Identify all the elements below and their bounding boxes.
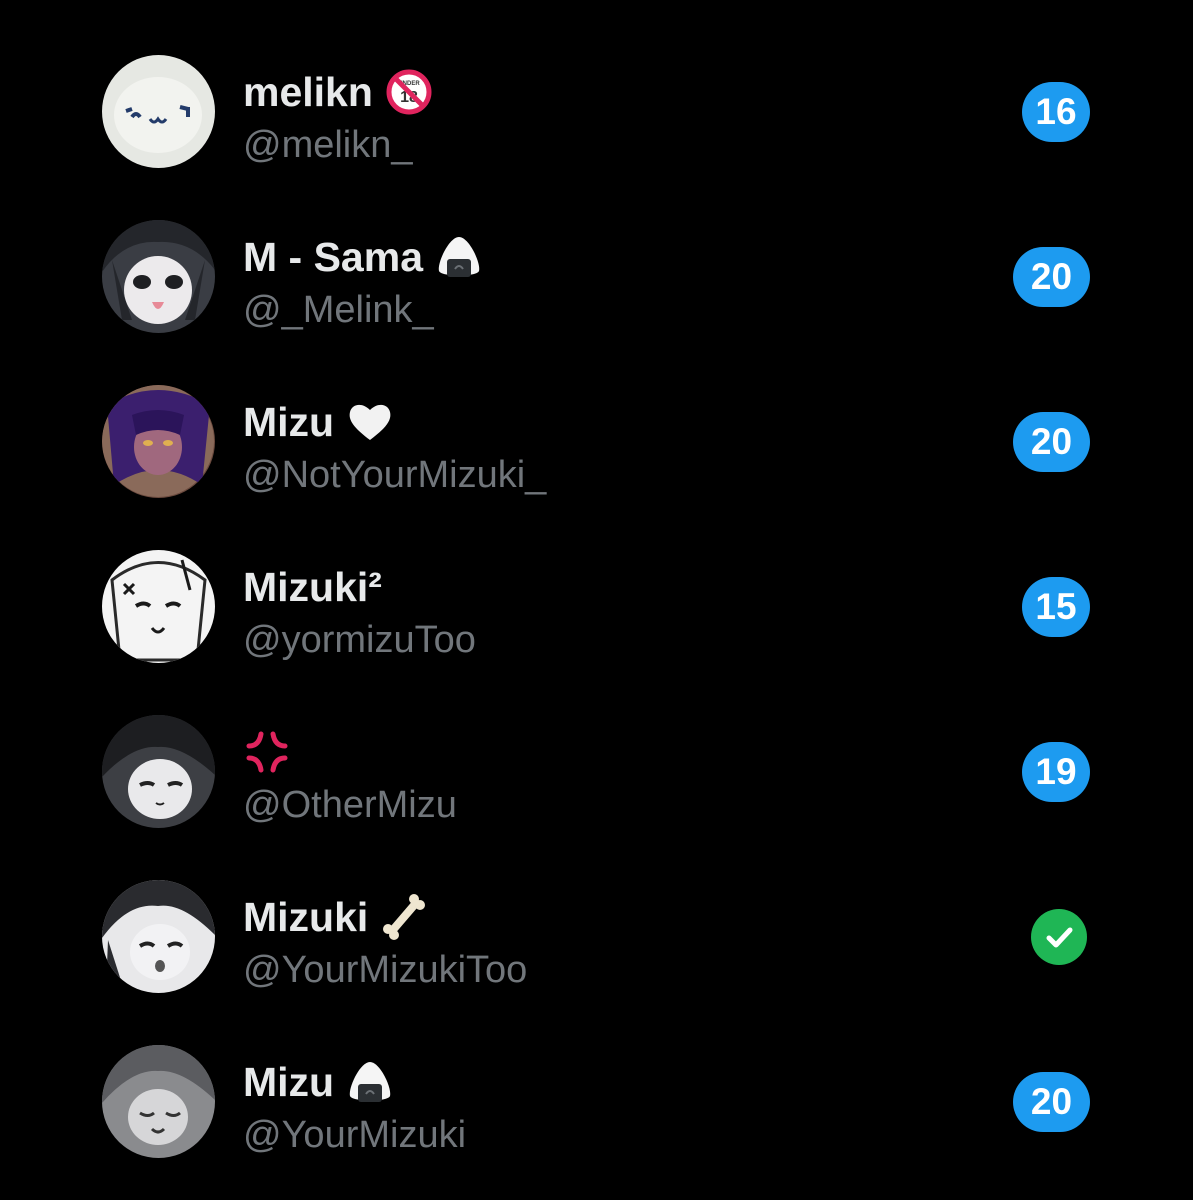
display-name — [243, 727, 291, 777]
account-row-mizuki-bone[interactable]: Mizuki @YourMizukiToo — [0, 880, 1193, 1045]
display-name-text: melikn — [243, 69, 373, 115]
no-under-18-emoji-icon: UNDER 18 — [385, 68, 433, 116]
display-name-text: Mizuki² — [243, 564, 382, 610]
handle: @_Melink_ — [243, 289, 434, 331]
rice-ball-emoji-icon — [435, 233, 483, 281]
display-name-text: Mizuki — [243, 894, 369, 940]
display-name: Mizuki² — [243, 562, 382, 612]
count-badge: 20 — [1013, 247, 1090, 307]
display-name: M - Sama — [243, 232, 483, 282]
count-badge: 20 — [1013, 412, 1090, 472]
count-badge: 20 — [1013, 1072, 1090, 1132]
handle: @OtherMizu — [243, 784, 457, 826]
account-list: melikn UNDER 18 @melikn_ 16 M - Sama @_M… — [0, 0, 1193, 1200]
display-name: melikn UNDER 18 — [243, 67, 433, 117]
count-badge: 19 — [1022, 742, 1090, 802]
avatar[interactable] — [102, 385, 215, 498]
account-row-mizu-rice[interactable]: Mizu @YourMizuki 20 — [0, 1045, 1193, 1200]
count-badge: 16 — [1022, 82, 1090, 142]
display-name: Mizu — [243, 1057, 394, 1107]
display-name-text: Mizu — [243, 1059, 335, 1105]
avatar[interactable] — [102, 880, 215, 993]
display-name-text: Mizu — [243, 399, 335, 445]
anger-symbol-emoji-icon — [243, 728, 291, 776]
display-name: Mizu — [243, 397, 394, 447]
handle: @YourMizuki — [243, 1114, 467, 1156]
avatar[interactable] — [102, 1045, 215, 1158]
avatar[interactable] — [102, 550, 215, 663]
check-icon — [1031, 909, 1087, 965]
avatar[interactable] — [102, 220, 215, 333]
handle: @YourMizukiToo — [243, 949, 528, 991]
white-heart-emoji-icon — [346, 398, 394, 446]
handle: @melikn_ — [243, 124, 413, 166]
handle: @NotYourMizuki_ — [243, 454, 547, 496]
account-row-anger[interactable]: @OtherMizu 19 — [0, 715, 1193, 880]
avatar[interactable] — [102, 55, 215, 168]
display-name: Mizuki — [243, 892, 428, 942]
bone-emoji-icon — [380, 893, 428, 941]
account-row-mizu-heart[interactable]: Mizu @NotYourMizuki_ 20 — [0, 385, 1193, 550]
display-name-text: M - Sama — [243, 234, 423, 280]
handle: @yormizuToo — [243, 619, 476, 661]
account-row-m-sama[interactable]: M - Sama @_Melink_ 20 — [0, 220, 1193, 385]
avatar[interactable] — [102, 715, 215, 828]
account-row-melikn[interactable]: melikn UNDER 18 @melikn_ 16 — [0, 55, 1193, 220]
account-row-mizuki-squared[interactable]: Mizuki² @yormizuToo 15 — [0, 550, 1193, 715]
count-badge: 15 — [1022, 577, 1090, 637]
rice-ball-emoji-icon — [346, 1058, 394, 1106]
